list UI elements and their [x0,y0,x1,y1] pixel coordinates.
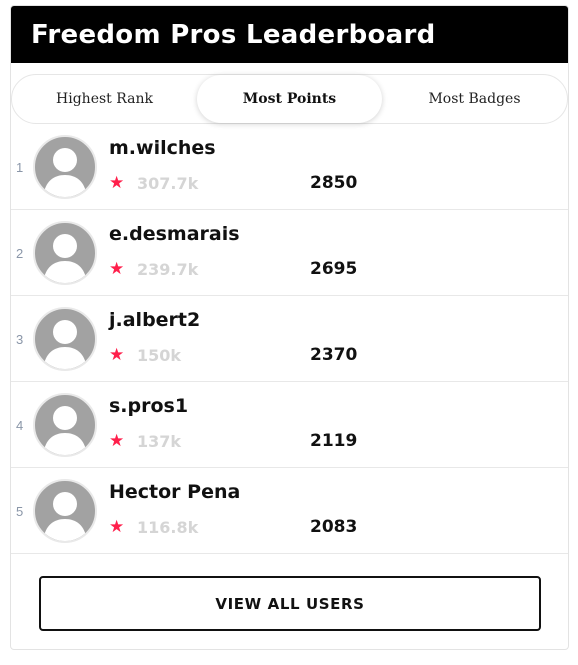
user-score: 2695 [310,259,358,279]
leaderboard-row[interactable]: 5 Hector Pena ★ 116.8k 2083 [11,468,568,554]
leaderboard-header: Freedom Pros Leaderboard [11,6,568,63]
leaderboard-widget: Freedom Pros Leaderboard Highest Rank Mo… [10,5,569,650]
user-score: 2850 [310,173,358,193]
username[interactable]: s.pros1 [109,395,188,417]
username[interactable]: m.wilches [109,137,216,159]
default-user-avatar-icon[interactable] [33,135,97,199]
leaderboard-row[interactable]: 2 e.desmarais ★ 239.7k 2695 [11,210,568,296]
leaderboard-list: 1 m.wilches ★ 307.7k 2850 2 e.desmarais … [11,124,568,554]
rank-number: 1 [16,159,24,175]
default-user-avatar-icon[interactable] [33,393,97,457]
rank-number: 3 [16,331,24,347]
view-all-users-button[interactable]: VIEW ALL USERS [39,576,541,631]
user-score: 2119 [310,431,358,451]
leaderboard-row[interactable]: 4 s.pros1 ★ 137k 2119 [11,382,568,468]
tab-most-points[interactable]: Most Points [197,75,382,123]
leaderboard-title: Freedom Pros Leaderboard [31,19,436,50]
leaderboard-tabs: Highest Rank Most Points Most Badges [11,74,568,124]
star-icon: ★ [109,431,125,450]
points-total: 150k [137,346,182,365]
default-user-avatar-icon[interactable] [33,479,97,543]
username[interactable]: j.albert2 [109,309,200,331]
default-user-avatar-icon[interactable] [33,307,97,371]
leaderboard-row[interactable]: 3 j.albert2 ★ 150k 2370 [11,296,568,382]
points-total: 116.8k [137,518,199,537]
points-total: 137k [137,432,182,451]
rank-number: 4 [16,417,24,433]
user-score: 2370 [310,345,358,365]
star-icon: ★ [109,259,125,278]
username[interactable]: Hector Pena [109,481,240,503]
leaderboard-row[interactable]: 1 m.wilches ★ 307.7k 2850 [11,124,568,210]
user-score: 2083 [310,517,358,537]
points-total: 239.7k [137,260,199,279]
username[interactable]: e.desmarais [109,223,240,245]
default-user-avatar-icon[interactable] [33,221,97,285]
star-icon: ★ [109,173,125,192]
star-icon: ★ [109,517,125,536]
tab-highest-rank[interactable]: Highest Rank [12,75,197,123]
star-icon: ★ [109,345,125,364]
rank-number: 5 [16,503,24,519]
tab-most-badges[interactable]: Most Badges [382,75,567,123]
points-total: 307.7k [137,174,199,193]
leaderboard-footer: VIEW ALL USERS [11,554,568,649]
rank-number: 2 [16,245,24,261]
